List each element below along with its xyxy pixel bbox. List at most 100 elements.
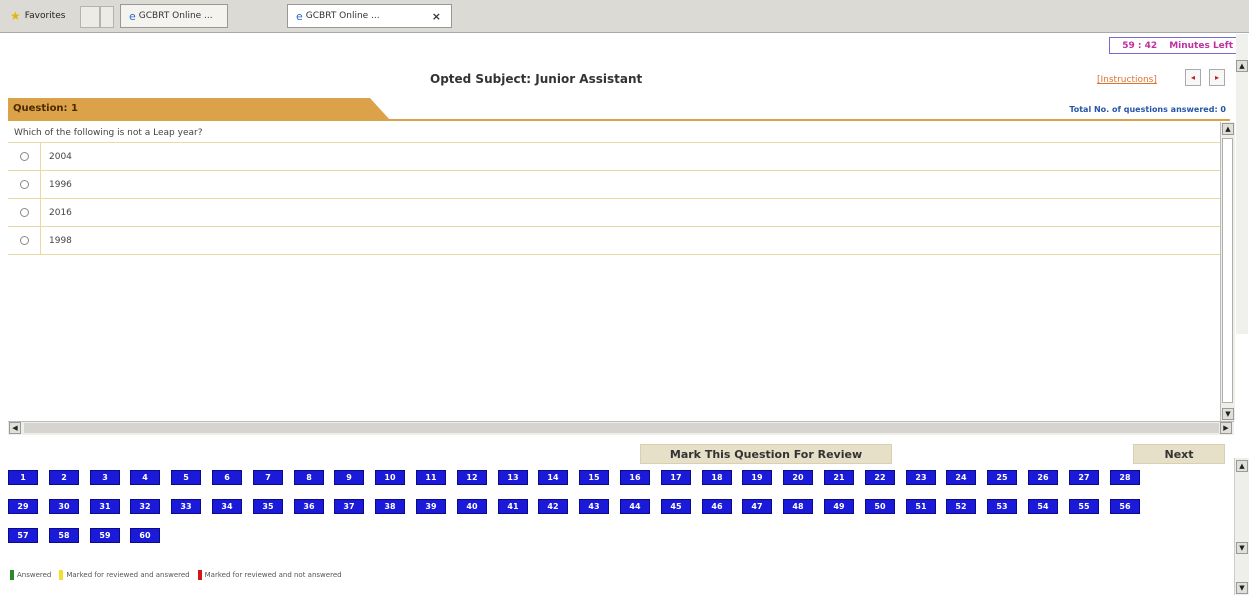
question-palette-button[interactable]: 22 [865,470,895,485]
page-title: Opted Subject: Junior Assistant [430,72,643,86]
question-palette-button[interactable]: 55 [1069,499,1099,514]
palette-scrollbar[interactable]: ▲ ▼ ▼ [1234,458,1249,595]
question-palette-button[interactable]: 8 [294,470,324,485]
question-palette-button[interactable]: 54 [1028,499,1058,514]
question-palette-button[interactable]: 23 [906,470,936,485]
option-row[interactable]: 1996 [8,171,1220,199]
question-palette-button[interactable]: 3 [90,470,120,485]
legend-label: Marked for reviewed and answered [66,571,190,579]
question-palette-button[interactable]: 30 [49,499,79,514]
question-palette-button[interactable]: 24 [946,470,976,485]
question-palette-button[interactable]: 21 [824,470,854,485]
question-palette-button[interactable]: 7 [253,470,283,485]
question-palette-button[interactable]: 58 [49,528,79,543]
next-button[interactable]: Next [1133,444,1225,464]
question-palette-button[interactable]: 27 [1069,470,1099,485]
chevron-down-icon[interactable] [100,6,114,28]
option-radio[interactable] [19,152,29,161]
question-palette-button[interactable]: 37 [334,499,364,514]
option-radio[interactable] [19,208,29,217]
scroll-thumb[interactable] [1222,138,1233,403]
question-palette-button[interactable]: 14 [538,470,568,485]
question-palette-button[interactable]: 18 [702,470,732,485]
favorites-button[interactable]: ★ Favorites [10,9,65,23]
question-palette-button[interactable]: 2 [49,470,79,485]
scroll-up-icon[interactable]: ▲ [1236,60,1248,72]
question-palette-button[interactable]: 5 [171,470,201,485]
question-palette-button[interactable]: 53 [987,499,1017,514]
option-row[interactable]: 2004 [8,143,1220,171]
question-palette-button[interactable]: 13 [498,470,528,485]
timer-value: 59 : 42 [1122,40,1158,51]
star-icon: ★ [10,9,21,23]
question-palette-button[interactable]: 9 [334,470,364,485]
option-row[interactable]: 2016 [8,199,1220,227]
page-scrollbar[interactable]: ▲ [1236,34,1248,334]
question-palette-button[interactable]: 48 [783,499,813,514]
question-palette-button[interactable]: 52 [946,499,976,514]
scroll-down-icon[interactable]: ▼ [1236,582,1248,594]
question-palette-button[interactable]: 60 [130,528,160,543]
options-list: 2004 1996 2016 1998 [8,142,1220,255]
instructions-link[interactable]: [Instructions] [1097,75,1157,85]
question-palette-button[interactable]: 43 [579,499,609,514]
question-palette-button[interactable]: 45 [661,499,691,514]
question-palette-button[interactable]: 12 [457,470,487,485]
question-palette-button[interactable]: 17 [661,470,691,485]
mark-for-review-button[interactable]: Mark This Question For Review [640,444,892,464]
scroll-left-icon[interactable]: ◀ [9,422,21,434]
question-palette-button[interactable]: 39 [416,499,446,514]
grid-icon[interactable] [80,6,100,28]
question-palette-button[interactable]: 36 [294,499,324,514]
question-palette-button[interactable]: 57 [8,528,38,543]
question-palette-button[interactable]: 47 [742,499,772,514]
next-question-arrow-button[interactable]: ▸ [1209,69,1225,86]
question-palette-button[interactable]: 11 [416,470,446,485]
question-palette-button[interactable]: 50 [865,499,895,514]
question-palette-button[interactable]: 38 [375,499,405,514]
question-palette-button[interactable]: 15 [579,470,609,485]
question-palette-button[interactable]: 16 [620,470,650,485]
question-palette-button[interactable]: 19 [742,470,772,485]
scroll-down-icon[interactable]: ▼ [1222,408,1234,420]
question-palette-button[interactable]: 10 [375,470,405,485]
question-palette-button[interactable]: 29 [8,499,38,514]
legend-label: Answered [17,571,52,579]
question-palette-button[interactable]: 40 [457,499,487,514]
question-palette-button[interactable]: 42 [538,499,568,514]
question-palette-button[interactable]: 31 [90,499,120,514]
close-icon[interactable]: × [432,10,441,23]
question-palette-button[interactable]: 49 [824,499,854,514]
question-palette-button[interactable]: 4 [130,470,160,485]
option-row[interactable]: 1998 [8,227,1220,255]
question-vertical-scrollbar[interactable]: ▲ ▼ [1220,122,1235,422]
question-palette-button[interactable]: 20 [783,470,813,485]
question-palette-button[interactable]: 35 [253,499,283,514]
browser-tab-2[interactable]: e GCBRT Online ... × [287,4,452,28]
question-palette-button[interactable]: 32 [130,499,160,514]
question-palette-button[interactable]: 26 [1028,470,1058,485]
scroll-up-icon[interactable]: ▲ [1222,123,1234,135]
question-palette-button[interactable]: 44 [620,499,650,514]
question-palette-button[interactable]: 1 [8,470,38,485]
question-palette-button[interactable]: 59 [90,528,120,543]
question-palette-button[interactable]: 41 [498,499,528,514]
question-palette-button[interactable]: 34 [212,499,242,514]
browser-tab-1[interactable]: e GCBRT Online ... [120,4,228,28]
prev-question-button[interactable]: ◂ [1185,69,1201,86]
option-radio[interactable] [19,236,29,245]
legend-swatch-answered [10,570,14,580]
scroll-thumb[interactable] [24,423,1219,433]
scroll-right-icon[interactable]: ▶ [1220,422,1232,434]
scroll-down-icon[interactable]: ▼ [1236,542,1248,554]
scroll-up-icon[interactable]: ▲ [1236,460,1248,472]
question-palette-button[interactable]: 28 [1110,470,1140,485]
option-radio[interactable] [19,180,29,189]
question-palette-button[interactable]: 25 [987,470,1017,485]
question-palette-button[interactable]: 56 [1110,499,1140,514]
question-palette-button[interactable]: 33 [171,499,201,514]
question-palette-button[interactable]: 6 [212,470,242,485]
question-palette-button[interactable]: 51 [906,499,936,514]
question-palette-button[interactable]: 46 [702,499,732,514]
question-horizontal-scrollbar[interactable]: ◀ ▶ [8,421,1234,435]
